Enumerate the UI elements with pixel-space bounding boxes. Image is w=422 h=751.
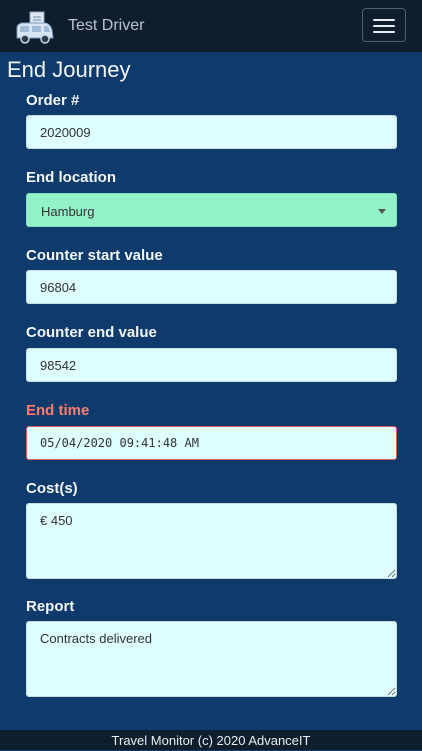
counter-start-label: Counter start value xyxy=(26,247,163,264)
page-title: End Journey xyxy=(7,57,131,82)
costs-label: Cost(s) xyxy=(26,480,78,497)
report-textarea[interactable]: Contracts delivered xyxy=(26,621,397,697)
counter-start-field[interactable] xyxy=(26,270,397,304)
chevron-down-icon xyxy=(378,209,386,214)
end-time-field[interactable] xyxy=(26,426,397,460)
hamburger-menu-button[interactable] xyxy=(362,8,406,42)
top-navbar: Test Driver xyxy=(0,0,422,52)
costs-textarea[interactable]: € 450 xyxy=(26,503,397,579)
end-location-select[interactable]: Hamburg xyxy=(26,193,397,227)
order-number-field[interactable] xyxy=(26,115,397,149)
van-logo-icon[interactable] xyxy=(14,10,56,46)
brand-name[interactable]: Test Driver xyxy=(68,17,144,35)
counter-end-label: Counter end value xyxy=(26,324,157,341)
report-label: Report xyxy=(26,598,75,615)
end-location-selected-value: Hamburg xyxy=(41,204,95,219)
footer-text: Travel Monitor (c) 2020 AdvanceIT xyxy=(111,733,311,748)
order-number-label: Order # xyxy=(26,92,80,109)
end-time-label: End time xyxy=(26,402,90,419)
footer: Travel Monitor (c) 2020 AdvanceIT xyxy=(0,730,422,750)
counter-end-field[interactable] xyxy=(26,348,397,382)
end-location-label: End location xyxy=(26,169,116,186)
